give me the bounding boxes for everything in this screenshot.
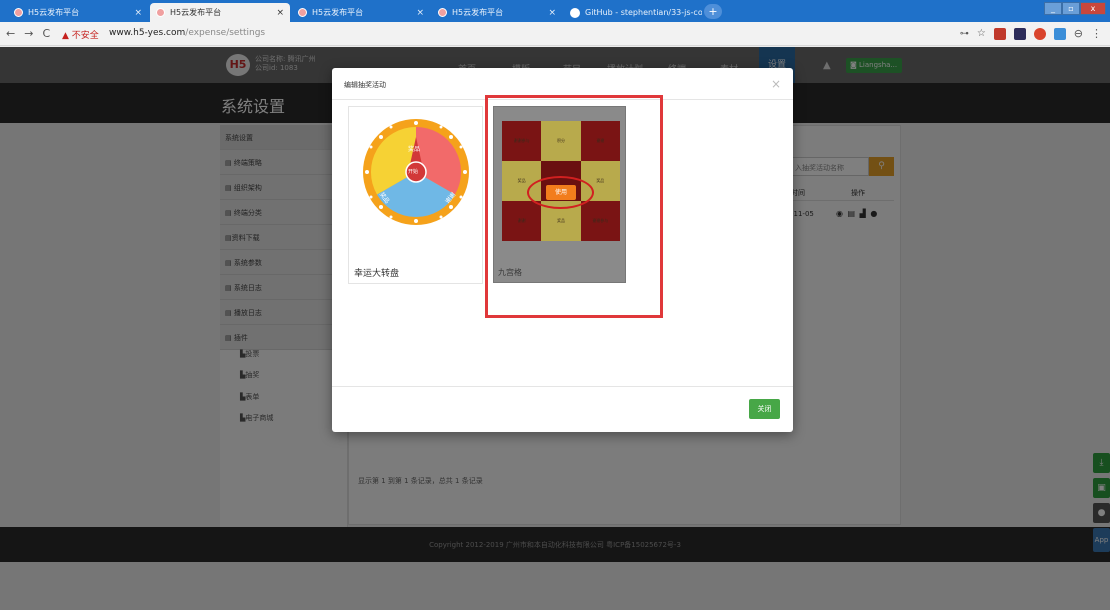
- window-controls: _ ▫ x: [1044, 2, 1106, 15]
- modal-title: 编辑抽奖活动: [344, 81, 386, 89]
- window-close-button[interactable]: x: [1080, 2, 1106, 15]
- back-icon[interactable]: ←: [6, 27, 15, 40]
- maximize-button[interactable]: ▫: [1062, 2, 1080, 15]
- tab-close-icon[interactable]: ×: [128, 8, 142, 18]
- extension-icon[interactable]: [1053, 27, 1066, 40]
- tab-close-icon[interactable]: ×: [270, 8, 284, 18]
- browser-tab[interactable]: H5云发布平台 ×: [432, 3, 562, 22]
- security-warning[interactable]: ▲ 不安全: [62, 28, 99, 41]
- site-favicon-icon: [298, 8, 307, 17]
- browser-tab[interactable]: H5云发布平台 ×: [8, 3, 148, 22]
- extension-icon[interactable]: [1013, 27, 1026, 40]
- tab-title: H5云发布平台: [170, 8, 222, 17]
- key-icon[interactable]: ⊶: [960, 29, 969, 39]
- browser-tab-active[interactable]: H5云发布平台 ×: [150, 3, 290, 22]
- minimize-button[interactable]: _: [1044, 2, 1062, 15]
- tab-close-icon[interactable]: ×: [410, 8, 424, 18]
- url-host: www.h5-yes.com: [109, 28, 186, 38]
- reload-icon[interactable]: C: [42, 27, 50, 40]
- site-favicon-icon: [14, 8, 23, 17]
- tab-title: H5云发布平台: [28, 8, 80, 17]
- tab-title: H5云发布平台: [312, 8, 364, 17]
- template-card-wheel[interactable]: 奖品 谢谢 奖品 开始 幸运大转盘: [348, 106, 483, 284]
- address-bar: ← → C ▲ 不安全 www.h5-yes.com/expense/setti…: [0, 22, 1110, 46]
- wheel-start-label: 开始: [408, 169, 419, 175]
- new-tab-button[interactable]: +: [704, 4, 722, 19]
- browser-tab[interactable]: H5云发布平台 ×: [292, 3, 430, 22]
- extension-icon[interactable]: [993, 27, 1006, 40]
- site-favicon-icon: [438, 8, 447, 17]
- tab-title: H5云发布平台: [452, 8, 504, 17]
- menu-icon[interactable]: ⋮: [1091, 27, 1102, 40]
- annotation-highlight-box: [485, 95, 663, 318]
- url-path: /expense/settings: [185, 28, 266, 38]
- tab-close-icon[interactable]: ×: [542, 8, 556, 18]
- browser-tab-bar: H5云发布平台 × H5云发布平台 × H5云发布平台 × H5云发布平台 × …: [0, 0, 1110, 22]
- browser-tab[interactable]: GitHub - stephentian/33-js-co: ×: [564, 3, 702, 22]
- template-name: 幸运大转盘: [354, 269, 400, 279]
- url-field[interactable]: www.h5-yes.com/expense/settings: [109, 28, 265, 38]
- site-favicon-icon: [156, 8, 165, 17]
- tab-title: GitHub - stephentian/33-js-co:: [585, 8, 702, 17]
- forward-icon[interactable]: →: [24, 27, 33, 40]
- extension-icon[interactable]: [1033, 27, 1046, 40]
- wheel-segment-label: 奖品: [408, 146, 421, 153]
- nav-buttons: ← → C: [6, 27, 50, 40]
- profile-icon[interactable]: ⊖: [1074, 27, 1083, 40]
- close-icon[interactable]: ×: [771, 77, 781, 91]
- star-icon[interactable]: ☆: [977, 28, 986, 39]
- close-button[interactable]: 关闭: [749, 399, 780, 419]
- github-icon: [570, 7, 580, 18]
- modal-footer-divider: [332, 386, 793, 387]
- extension-icons: ⊶ ☆ ⊖ ⋮: [960, 27, 1102, 40]
